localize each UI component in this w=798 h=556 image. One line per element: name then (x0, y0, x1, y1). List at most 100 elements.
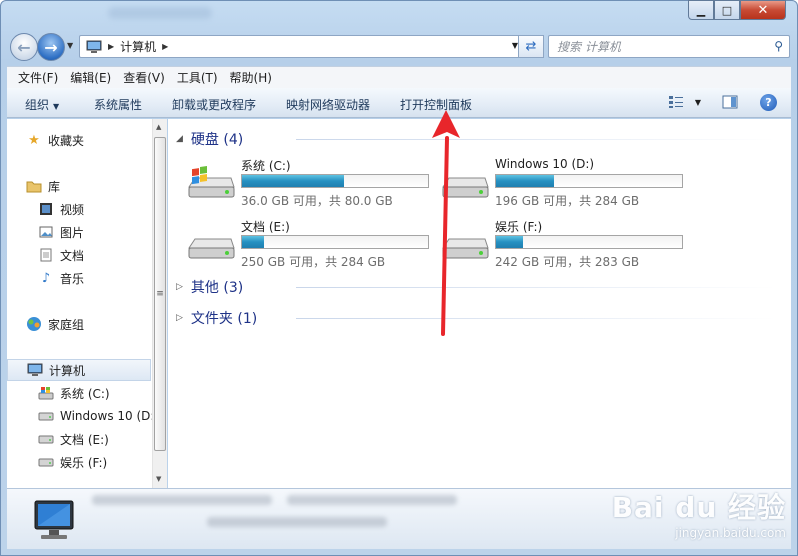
menu-help[interactable]: 帮助(H) (230, 69, 272, 86)
drive-free-space: 36.0 GB 可用，共 80.0 GB (241, 194, 393, 208)
nav-label: 收藏夹 (48, 133, 85, 148)
nav-favorites[interactable]: ★ 收藏夹 (26, 129, 168, 151)
organize-button[interactable]: 组织 ▼ (25, 96, 59, 113)
nav-label: 娱乐 (F:) (60, 455, 108, 470)
recent-pages-dropdown[interactable]: ▼ (67, 41, 73, 50)
video-icon (38, 201, 54, 217)
nav-scrollbar[interactable]: ▲ ≡ ▼ (152, 119, 167, 488)
drive-free-space: 242 GB 可用，共 283 GB (495, 255, 640, 269)
menu-tools[interactable]: 工具(T) (177, 69, 218, 86)
breadcrumb-chevron-icon[interactable]: ▶ (108, 42, 114, 51)
nav-label: 库 (48, 179, 61, 194)
nav-homegroup[interactable]: 家庭组 (26, 313, 168, 335)
menu-edit[interactable]: 编辑(E) (70, 69, 111, 86)
search-icon[interactable]: ⚲ (774, 39, 783, 53)
preview-pane-button[interactable] (721, 94, 739, 110)
content-pane: ◢ 硬盘 (4) 系统 (C:) 36.0 GB 可用，共 80.0 GB Wi… (168, 119, 791, 488)
help-button[interactable]: ? (760, 94, 777, 111)
close-icon: ✕ (757, 2, 769, 18)
picture-icon (38, 224, 54, 240)
maximize-button[interactable]: □ (714, 0, 740, 20)
back-button[interactable]: ← (10, 33, 38, 61)
forward-button[interactable]: → (37, 33, 65, 61)
drive-tile[interactable]: 文档 (E:) 250 GB 可用，共 284 GB (186, 218, 436, 274)
drive-tile[interactable]: 娱乐 (F:) 242 GB 可用，共 283 GB (440, 218, 690, 274)
breadcrumb-chevron-icon[interactable]: ▶ (162, 42, 168, 51)
command-bar: 组织 ▼ 系统属性 卸载或更改程序 映射网络驱动器 打开控制面板 ▼ ? (7, 88, 791, 118)
search-input[interactable]: 搜索 计算机 ⚲ (548, 35, 790, 58)
maximize-icon: □ (721, 3, 733, 17)
usage-bar (495, 235, 683, 249)
blurred-detail (287, 495, 457, 505)
blurred-detail (207, 517, 387, 527)
close-button[interactable]: ✕ (740, 0, 786, 20)
open-control-panel-button[interactable]: 打开控制面板 (400, 96, 472, 113)
drive-free-space: 196 GB 可用，共 284 GB (495, 194, 640, 208)
group-title: 硬盘 (4) (190, 132, 244, 148)
usage-fill (242, 236, 265, 248)
group-title: 其他 (3) (190, 280, 244, 296)
address-bar[interactable]: ▶ 计算机 ▶ ▼ (79, 35, 543, 58)
group-hard-disks[interactable]: ◢ 硬盘 (4) (176, 129, 776, 149)
blurred-title (108, 7, 212, 19)
menu-view[interactable]: 查看(V) (123, 69, 165, 86)
scroll-up-icon[interactable]: ▲ (156, 123, 161, 131)
search-placeholder: 搜索 计算机 (557, 40, 621, 54)
usage-fill (242, 175, 345, 187)
windows-drive-icon (188, 166, 235, 198)
computer-icon (27, 362, 43, 378)
homegroup-icon (26, 316, 42, 332)
drive-icon (188, 238, 235, 259)
chevron-down-icon: ▼ (53, 102, 60, 111)
drive-name: 娱乐 (F:) (495, 220, 543, 234)
drive-tile[interactable]: Windows 10 (D:) 196 GB 可用，共 284 GB (440, 157, 690, 213)
expand-icon: ▷ (176, 313, 183, 323)
drive-name: 系统 (C:) (241, 159, 291, 173)
blurred-detail (92, 495, 272, 505)
map-network-drive-button[interactable]: 映射网络驱动器 (286, 96, 370, 113)
nav-label: 视频 (60, 202, 85, 217)
nav-label: 计算机 (49, 363, 86, 378)
menu-file[interactable]: 文件(F) (18, 69, 58, 86)
computer-icon (34, 500, 74, 539)
drive-name: 文档 (E:) (241, 220, 290, 234)
drive-icon (38, 408, 54, 424)
drive-name: Windows 10 (D:) (495, 157, 595, 171)
navigation-bar: ← → ▼ ▶ 计算机 ▶ ▼ ⇄ 搜索 计算机 ⚲ (6, 32, 792, 61)
nav-label: 文档 (E:) (60, 432, 109, 447)
view-dropdown-icon[interactable]: ▼ (689, 94, 707, 110)
organize-label: 组织 (25, 98, 50, 112)
nav-label: 系统 (C:) (60, 386, 110, 401)
group-divider (296, 318, 776, 319)
music-icon: ♪ (41, 270, 51, 286)
forward-arrow-icon: → (44, 37, 58, 57)
usage-fill (496, 236, 523, 248)
minimize-icon: ▁ (696, 3, 706, 17)
nav-libraries[interactable]: 库 (26, 175, 168, 197)
nav-label: Windows 10 (D: (60, 409, 155, 423)
refresh-button[interactable]: ⇄ (518, 35, 544, 58)
scroll-thumb[interactable]: ≡ (154, 137, 166, 451)
system-properties-button[interactable]: 系统属性 (94, 96, 142, 113)
uninstall-program-button[interactable]: 卸载或更改程序 (172, 96, 256, 113)
navigation-pane: ★ 收藏夹 库 视频 图片 文档 ♪ 音乐 家庭组 计算机 系统 (C:) Wind… (7, 119, 167, 488)
document-icon (38, 247, 54, 263)
drive-tile[interactable]: 系统 (C:) 36.0 GB 可用，共 80.0 GB (186, 157, 436, 213)
nav-computer[interactable]: 计算机 (7, 359, 151, 381)
menu-bar: 文件(F) 编辑(E) 查看(V) 工具(T) 帮助(H) (7, 66, 791, 88)
view-options-button[interactable] (667, 94, 685, 110)
usage-bar (241, 235, 429, 249)
drive-icon (442, 177, 489, 198)
usage-bar (241, 174, 429, 188)
usage-bar (495, 174, 683, 188)
scroll-down-icon[interactable]: ▼ (156, 475, 161, 483)
breadcrumb-computer[interactable]: 计算机 (120, 38, 156, 55)
nav-label: 音乐 (60, 271, 85, 286)
minimize-button[interactable]: ▁ (688, 0, 714, 20)
nav-label: 文档 (60, 248, 85, 263)
usage-fill (496, 175, 554, 187)
drive-icon (38, 431, 54, 447)
nav-label: 家庭组 (48, 317, 85, 332)
group-other[interactable]: ▷ 其他 (3) (176, 277, 776, 297)
group-folders[interactable]: ▷ 文件夹 (1) (176, 308, 776, 328)
